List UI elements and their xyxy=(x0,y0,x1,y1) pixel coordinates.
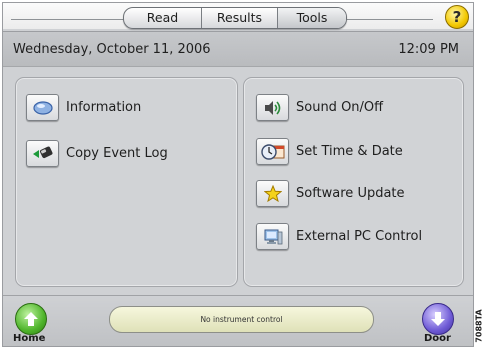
home-label: Home xyxy=(13,333,46,344)
door-button[interactable] xyxy=(422,303,454,335)
help-icon: ? xyxy=(452,8,462,26)
door-arrow-icon xyxy=(431,312,445,326)
figure-code-text: 7088TA xyxy=(474,309,483,343)
software-update-button[interactable] xyxy=(256,180,289,207)
external-pc-control-label: External PC Control xyxy=(296,229,423,244)
information-button[interactable] xyxy=(26,94,59,121)
door-label: Door xyxy=(424,333,451,344)
software-update-item[interactable]: Software Update xyxy=(256,180,405,207)
external-pc-control-item[interactable]: External PC Control xyxy=(256,223,422,250)
sound-icon xyxy=(264,100,280,115)
right-tools-panel: Sound On/Off Set Time & Date Software Up… xyxy=(243,77,464,287)
home-button[interactable] xyxy=(15,303,47,335)
help-button[interactable]: ? xyxy=(445,5,469,29)
information-item[interactable]: Information xyxy=(26,94,141,121)
star-icon xyxy=(263,184,282,202)
information-label: Information xyxy=(66,100,142,115)
computer-icon xyxy=(264,229,282,244)
set-time-date-button[interactable] xyxy=(256,138,289,165)
information-icon xyxy=(32,100,53,115)
set-time-date-item[interactable]: Set Time & Date xyxy=(256,138,403,165)
status-display: No instrument control xyxy=(109,306,374,333)
current-date: Wednesday, October 11, 2006 xyxy=(13,42,211,57)
status-text: No instrument control xyxy=(200,315,283,324)
current-time: 12:09 PM xyxy=(398,42,459,57)
copy-event-log-icon xyxy=(32,146,52,158)
left-tools-panel: Information Copy Event Log xyxy=(15,77,238,287)
sound-item[interactable]: Sound On/Off xyxy=(256,94,383,121)
clock-calendar-icon xyxy=(260,143,284,160)
external-pc-control-button[interactable] xyxy=(256,223,289,250)
tab-read[interactable]: Read xyxy=(124,8,202,28)
set-time-date-label: Set Time & Date xyxy=(296,144,403,159)
tab-results[interactable]: Results xyxy=(202,8,278,28)
sound-button[interactable] xyxy=(256,94,289,121)
copy-event-log-button[interactable] xyxy=(26,140,59,167)
tab-tools[interactable]: Tools xyxy=(278,8,346,28)
tab-group: Read Results Tools xyxy=(123,7,347,29)
sound-label: Sound On/Off xyxy=(296,100,384,115)
software-update-label: Software Update xyxy=(296,186,405,201)
bottom-bar: Home No instrument control Door xyxy=(3,295,473,346)
copy-event-log-item[interactable]: Copy Event Log xyxy=(26,140,168,167)
tab-bar: Read Results Tools ? xyxy=(3,3,473,29)
home-arrow-icon xyxy=(24,312,38,326)
figure-code: 7088TA xyxy=(474,305,483,347)
instrument-screen: Read Results Tools ? Wednesday, October … xyxy=(2,2,474,347)
copy-event-log-label: Copy Event Log xyxy=(66,146,168,161)
date-time-bar: Wednesday, October 11, 2006 12:09 PM xyxy=(3,31,473,67)
